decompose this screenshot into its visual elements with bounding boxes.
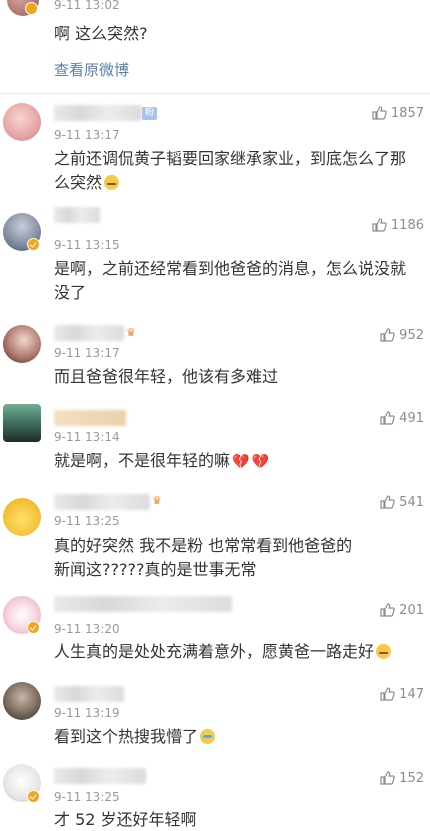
like-count: 147 [399, 686, 424, 702]
comment-time: 9-11 13:14 [54, 430, 120, 444]
divider [0, 93, 430, 94]
thumbs-up-icon [380, 771, 395, 785]
verified-badge-icon [27, 238, 40, 251]
comment-text: 是啊，之前还经常看到他爸爸的消息，怎么说没就没了 [54, 259, 407, 302]
thumbs-up-icon [380, 411, 395, 425]
comment-time: 9-11 13:17 [54, 346, 120, 360]
comment-item: 9-11 13:19 147 看到这个热搜我懵了 [0, 678, 430, 758]
like-count: 1186 [390, 217, 424, 233]
like-count: 201 [399, 602, 424, 618]
comment-time: 9-11 13:17 [54, 128, 120, 142]
verified-badge-icon [25, 2, 38, 15]
comment-item: 9-11 13:25 152 才 52 岁还好年轻啊 [0, 762, 430, 831]
like-count: 491 [399, 410, 424, 426]
broken-heart-icon: 💔 [232, 454, 250, 470]
like-button[interactable]: 491 [379, 410, 424, 426]
thumbs-up-icon [380, 328, 395, 342]
sleepy-face-icon [104, 175, 120, 190]
fan-tag: 粉 [142, 107, 157, 120]
like-count: 1857 [390, 105, 424, 121]
comment-text: 啊 这么突然? [54, 24, 148, 43]
username-blurred[interactable] [54, 105, 142, 121]
comment-text-wrap: 看到这个热搜我懵了 [54, 725, 416, 749]
username-blurred[interactable] [54, 768, 146, 784]
username-blurred[interactable] [54, 686, 124, 702]
avatar[interactable] [3, 103, 41, 141]
crying-face-icon [200, 729, 216, 744]
comment-text-wrap: 就是啊，不是很年轻的嘛 💔 💔 [54, 449, 416, 474]
comment-item: ♛ 9-11 13:17 952 而且爸爸很年轻，他该有多难过 [0, 315, 430, 395]
avatar[interactable] [3, 325, 41, 363]
comment-text: 真的好突然 我不是粉 也常常看到他爸爸的新闻这?????真的是世事无常 [54, 536, 353, 579]
like-count: 952 [399, 327, 424, 343]
broken-heart-icon: 💔 [251, 454, 269, 470]
like-button[interactable]: 152 [379, 770, 424, 786]
like-button[interactable]: 1857 [371, 105, 424, 121]
like-button[interactable]: 541 [379, 494, 424, 510]
verified-badge-icon [27, 621, 40, 634]
username-blurred[interactable] [54, 596, 232, 612]
view-original-weibo-link[interactable]: 查看原微博 [54, 59, 129, 80]
comment-time: 9-11 13:15 [54, 238, 120, 252]
avatar[interactable] [3, 498, 41, 536]
thumbs-up-icon [380, 603, 395, 617]
like-button[interactable]: 952 [379, 327, 424, 343]
username-blurred[interactable] [54, 207, 100, 223]
thumbs-up-icon [380, 495, 395, 509]
thumbs-up-icon [372, 106, 387, 120]
comment-text: 看到这个热搜我懵了 [54, 727, 199, 746]
comment-text-wrap: 人生真的是处处充满着意外，愿黄爸一路走好 [54, 640, 416, 664]
crown-icon: ♛ [126, 326, 136, 339]
like-count: 541 [399, 494, 424, 510]
comment-item: ♛ 9-11 13:25 541 真的好突然 我不是粉 也常常看到他爸爸的新闻这… [0, 484, 430, 584]
like-button[interactable]: 147 [379, 686, 424, 702]
comment-text: 才 52 岁还好年轻啊 [54, 810, 197, 829]
sleepy-face-icon [376, 644, 392, 659]
verified-badge-icon [27, 790, 40, 803]
username-blurred[interactable] [54, 410, 126, 426]
comment-time: 9-11 13:19 [54, 706, 120, 720]
parent-comment: 9-11 13:02 啊 这么突然? 查看原微博 [0, 0, 430, 93]
like-button[interactable]: 201 [379, 602, 424, 618]
comment-text-wrap: 之前还调侃黄子韬要回家继承家业，到底怎么了那么突然 [54, 147, 416, 195]
comment-item: 9-11 13:15 1186 是啊，之前还经常看到他爸爸的消息，怎么说没就没了 [0, 205, 430, 310]
comment-text: 人生真的是处处充满着意外，愿黄爸一路走好 [54, 642, 375, 661]
avatar[interactable] [3, 682, 41, 720]
comment-item: 9-11 13:14 491 就是啊，不是很年轻的嘛 💔 💔 [0, 400, 430, 480]
comment-text: 而且爸爸很年轻，他该有多难过 [54, 367, 279, 386]
username-blurred[interactable] [54, 494, 150, 510]
thumbs-up-icon [380, 687, 395, 701]
crown-icon: ♛ [152, 494, 162, 507]
like-button[interactable]: 1186 [371, 217, 424, 233]
comment-item: 9-11 13:20 201 人生真的是处处充满着意外，愿黄爸一路走好 [0, 592, 430, 674]
comment-text: 就是啊，不是很年轻的嘛 [54, 451, 231, 470]
avatar[interactable] [3, 404, 41, 442]
comment-time: 9-11 13:20 [54, 622, 120, 636]
thumbs-up-icon [372, 218, 387, 232]
comment-time: 9-11 13:02 [54, 0, 120, 12]
comment-time: 9-11 13:25 [54, 790, 120, 804]
comment-time: 9-11 13:25 [54, 514, 120, 528]
comment-item: 粉 9-11 13:17 1857 之前还调侃黄子韬要回家继承家业，到底怎么了那… [0, 97, 430, 197]
username-blurred[interactable] [54, 325, 124, 341]
like-count: 152 [399, 770, 424, 786]
